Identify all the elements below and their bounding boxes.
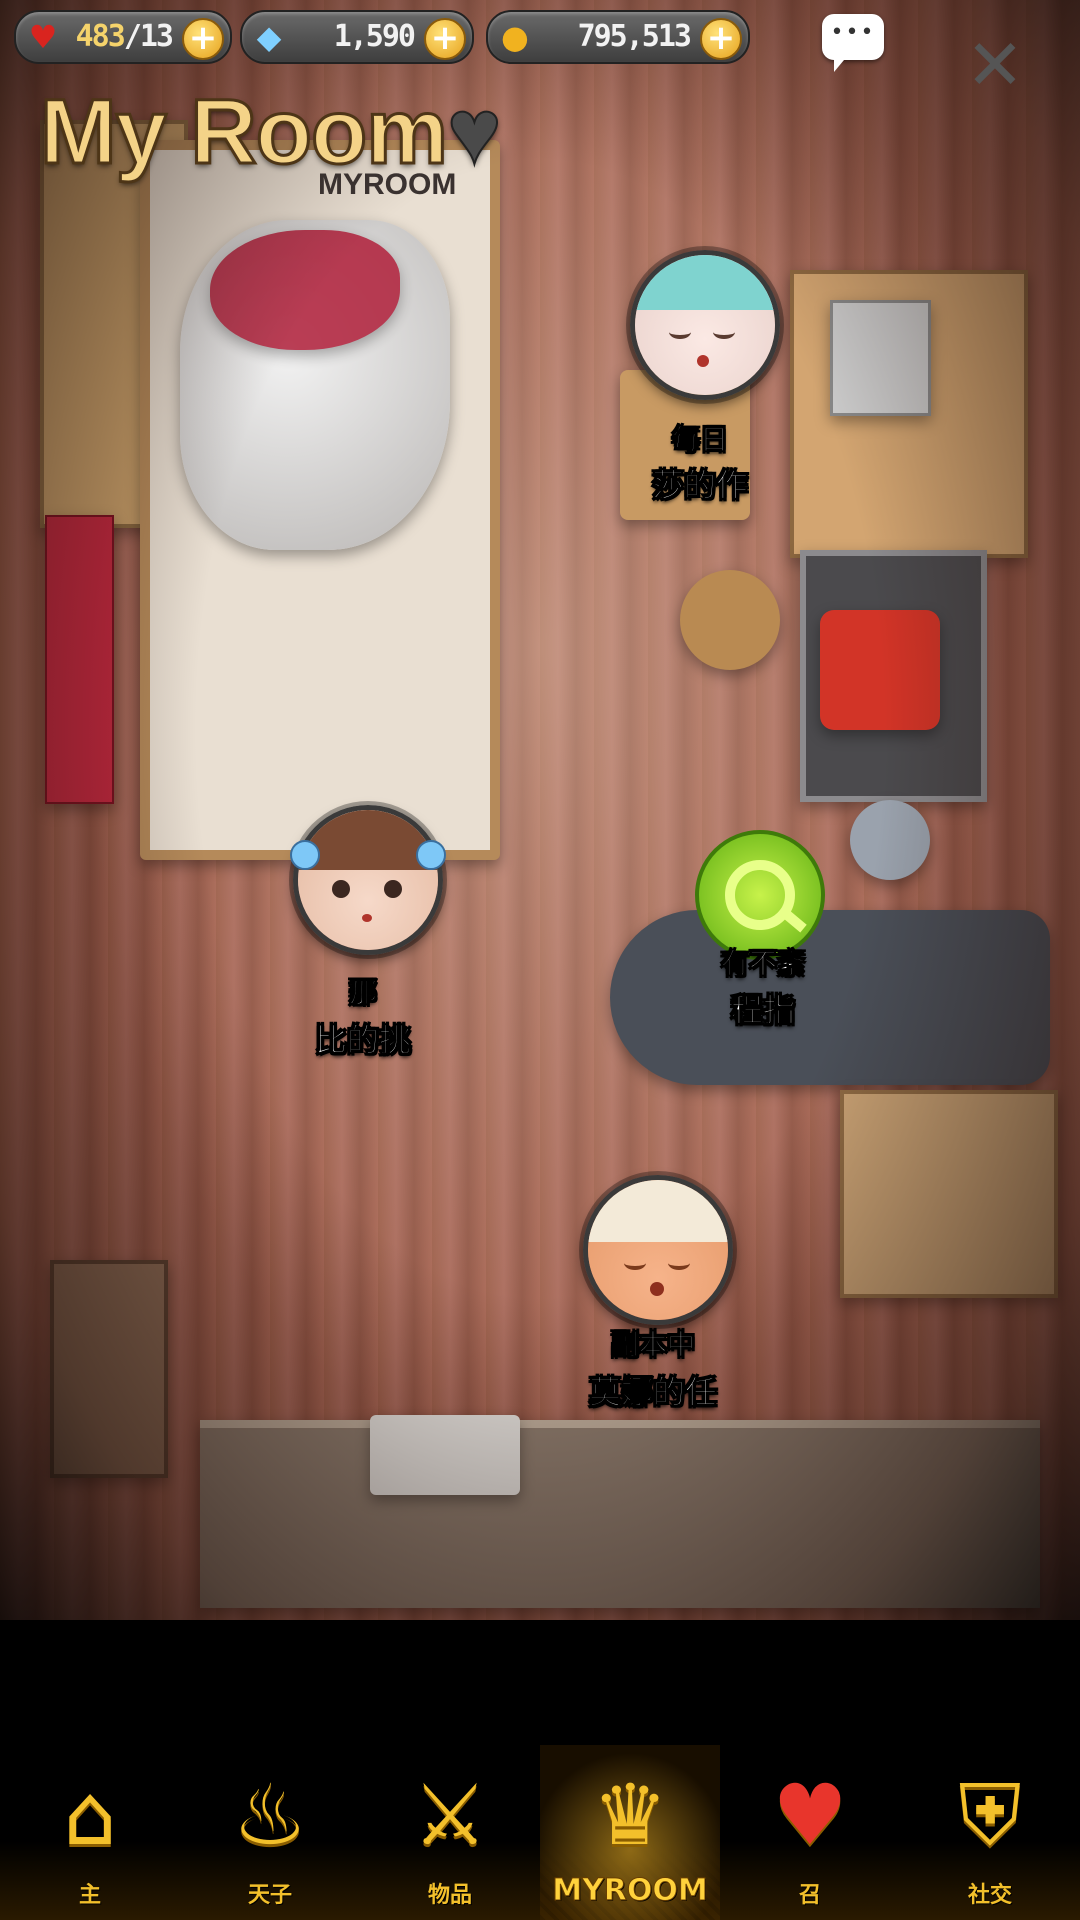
character-status: 那 [348,976,377,1010]
sword-shield-icon: ⚔ [412,1766,488,1864]
laptop [830,300,931,416]
character-challenge[interactable]: 那 比的挑 [233,805,493,1065]
character-daily[interactable]: 每日 莎的作 [570,250,830,520]
close-button[interactable]: ✕ [960,30,1030,100]
nav-summon[interactable]: ♥ 召 [720,1745,900,1920]
flame-eye-icon: ♨ [232,1766,308,1864]
chat-button[interactable]: ••• [822,14,884,72]
green-q-avatar [695,830,825,960]
crystal-icon: ◆ [256,18,282,56]
stamina-display: ♥ 483/13 + [14,10,232,64]
gems-display: ◆ 1,590 + [240,10,474,64]
nav-label: 召 [798,1883,821,1908]
close-icon: ✕ [965,24,1025,106]
character-quest: 比的挑 [314,1021,411,1060]
nav-home[interactable]: ⌂ 主 [0,1745,180,1920]
sleeping-girl-avatar [630,250,780,400]
gold-value: 795,513 [577,19,692,54]
nav-label: 天子 [247,1883,292,1908]
stove [370,1415,520,1495]
cat-ear-girl-avatar [583,1175,733,1325]
character-status: 副本中 [610,1328,695,1362]
chat-bubble-icon: ••• [830,20,876,45]
kitchen-counter [200,1420,1040,1608]
nav-label: 社交 [967,1883,1012,1908]
heart-icon: ♥ [28,18,58,56]
wall-poster [45,515,114,804]
nav-label: MYROOM [552,1873,709,1909]
character-quest: 程指 [730,991,795,1030]
cabinet [840,1090,1058,1298]
character-status: 每日 [671,423,728,457]
brown-hair-girl-avatar [290,805,446,955]
checkered-shield-icon: ⛨ [958,1766,1022,1864]
add-gold-button[interactable]: + [700,18,742,60]
character-quest: 莫娜的任 [588,1373,717,1412]
add-stamina-button[interactable]: + [182,18,224,60]
stamina-value: 483/13 [75,19,174,54]
crown-wreath-icon: ♛ [592,1766,668,1864]
bottom-nav: ⌂ 主 ♨ 天子 ⚔ 物品 ♛ MYROOM ♥ 召 ⛨ 社交 [0,1745,1080,1920]
nav-myroom[interactable]: ♛ MYROOM [540,1745,720,1920]
door [50,1260,168,1478]
coin-icon: ● [501,18,529,56]
character-dungeon[interactable]: 副本中 莫娜的任 [523,1175,783,1415]
red-cloth [210,230,400,350]
side-table [680,570,780,670]
nav-social[interactable]: ⛨ 社交 [900,1745,1080,1920]
red-tv [820,610,940,730]
nav-label: 主 [78,1883,101,1908]
character-guide[interactable]: 有不紊 程指 [633,830,893,1030]
nav-tianzi[interactable]: ♨ 天子 [180,1745,360,1920]
gold-display: ● 795,513 + [486,10,750,64]
potion-heart-icon: ♥ [772,1766,848,1864]
character-status: 有不紊 [720,947,805,981]
page-subtitle: MYROOM [318,168,457,201]
nav-label: 物品 [427,1883,472,1908]
add-gems-button[interactable]: + [424,18,466,60]
character-quest: 莎的作 [651,466,748,505]
nav-items[interactable]: ⚔ 物品 [360,1745,540,1920]
gems-value: 1,590 [333,19,416,54]
home-arch-icon: ⌂ [63,1766,117,1864]
